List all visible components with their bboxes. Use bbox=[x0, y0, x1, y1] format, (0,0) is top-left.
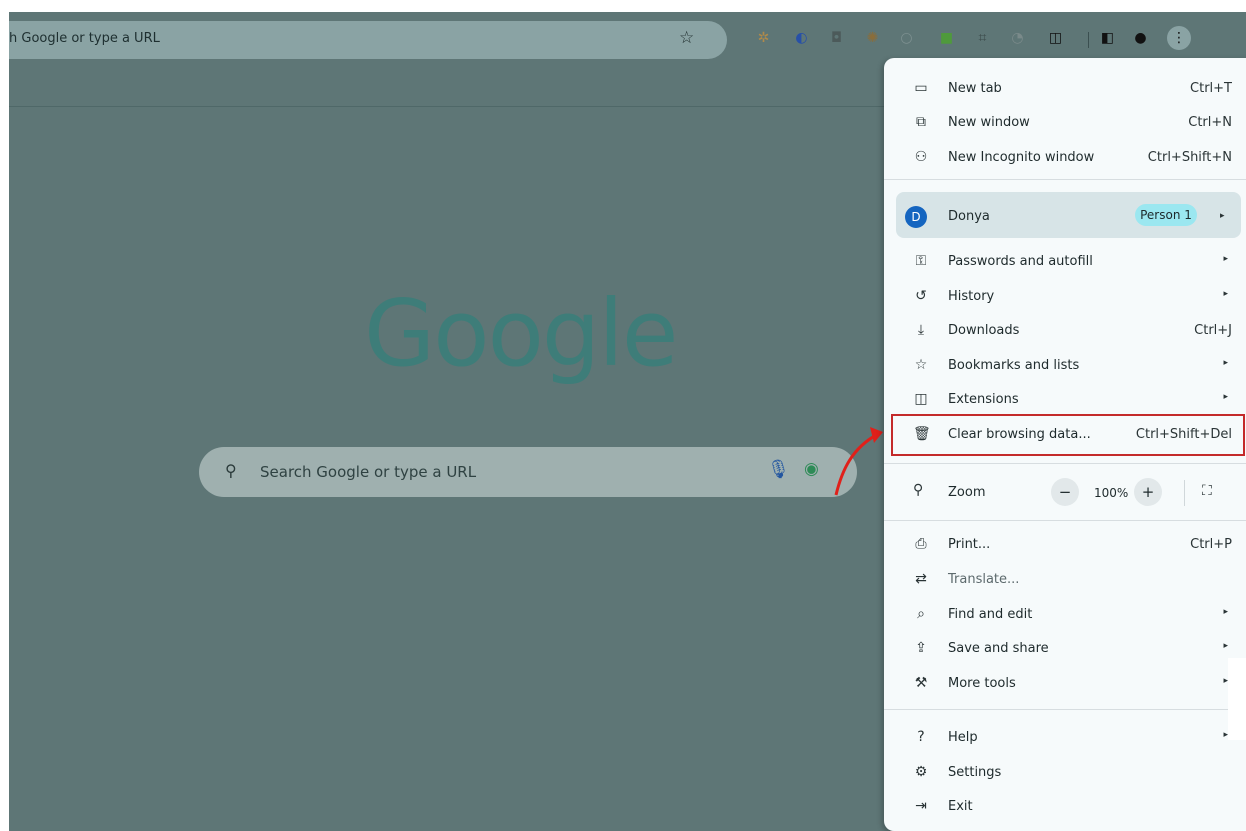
exit-icon: ⇥ bbox=[915, 798, 927, 814]
find-icon: ⌕ bbox=[917, 606, 925, 622]
menu-item-more-tools[interactable]: ⚒ More tools ▸ bbox=[894, 667, 1242, 701]
menu-item-label: Extensions bbox=[948, 392, 1019, 407]
annotation-arrow-line bbox=[834, 432, 879, 496]
page-edge-strip bbox=[1228, 658, 1246, 740]
submenu-arrow-icon: ▸ bbox=[1223, 289, 1228, 299]
profile-name: Donya bbox=[948, 209, 990, 224]
menu-item-label: Downloads bbox=[948, 323, 1020, 338]
key-icon: ⚿ bbox=[915, 253, 927, 269]
chrome-menu: ▭ New tab Ctrl+T ⧉ New window Ctrl+N ⚇ New Inco… bbox=[884, 58, 1246, 831]
menu-item-label: Find and edit bbox=[948, 607, 1033, 622]
menu-item-label: New tab bbox=[948, 81, 1002, 96]
gear-icon: ⚙ bbox=[914, 764, 928, 780]
menu-item-translate[interactable]: ⇄ Translate... bbox=[894, 563, 1242, 597]
menu-item-label: Save and share bbox=[948, 641, 1049, 656]
menu-item-label: Bookmarks and lists bbox=[948, 358, 1080, 373]
menu-item-label: Translate... bbox=[948, 572, 1020, 587]
new-window-icon: ⧉ bbox=[916, 114, 926, 130]
submenu-arrow-icon: ▸ bbox=[1223, 254, 1228, 264]
menu-item-shortcut: Ctrl+P bbox=[1190, 537, 1232, 552]
person-badge: Person 1 bbox=[1135, 204, 1197, 226]
menu-item-passwords-and-autofill[interactable]: ⚿ Passwords and autofill ▸ bbox=[894, 245, 1242, 279]
menu-item-exit[interactable]: ⇥ Exit bbox=[894, 790, 1242, 824]
zoom-separator bbox=[1184, 480, 1185, 506]
menu-item-label: History bbox=[948, 289, 995, 304]
menu-item-label: New window bbox=[948, 115, 1030, 130]
share-icon: ⇪ bbox=[915, 640, 927, 656]
menu-item-label: Help bbox=[948, 730, 978, 745]
zoom-out-button[interactable]: − bbox=[1051, 478, 1079, 506]
download-icon: ⤓ bbox=[917, 322, 925, 338]
menu-item-label: Passwords and autofill bbox=[948, 254, 1093, 269]
menu-item-bookmarks-and-lists[interactable]: ☆ Bookmarks and lists ▸ bbox=[894, 349, 1242, 383]
menu-item-label: Exit bbox=[948, 799, 973, 814]
fullscreen-icon[interactable]: ⛶ bbox=[1202, 483, 1212, 499]
menu-item-shortcut: Ctrl+N bbox=[1188, 115, 1232, 130]
annotation-arrow-head bbox=[870, 427, 883, 443]
submenu-arrow-icon: ▸ bbox=[1223, 358, 1228, 368]
submenu-arrow-icon: ▸ bbox=[1223, 641, 1228, 651]
profile-submenu-arrow-icon: ▸ bbox=[1220, 211, 1225, 221]
toolbox-icon: ⚒ bbox=[914, 675, 928, 691]
menu-item-extensions[interactable]: ◫ Extensions ▸ bbox=[894, 383, 1242, 417]
star-icon: ☆ bbox=[914, 357, 928, 373]
new-tab-icon: ▭ bbox=[914, 80, 928, 96]
zoom-label: Zoom bbox=[948, 485, 986, 500]
menu-divider bbox=[884, 463, 1246, 464]
menu-item-shortcut: Ctrl+J bbox=[1194, 323, 1232, 338]
menu-item-print[interactable]: ⎙ Print... Ctrl+P bbox=[894, 528, 1242, 562]
zoom-level: 100% bbox=[1094, 486, 1129, 500]
zoom-icon: ⚲ bbox=[913, 482, 924, 498]
menu-item-shortcut: Ctrl+Shift+N bbox=[1147, 150, 1232, 165]
printer-icon: ⎙ bbox=[915, 536, 927, 552]
menu-item-find-and-edit[interactable]: ⌕ Find and edit ▸ bbox=[894, 598, 1242, 632]
submenu-arrow-icon: ▸ bbox=[1223, 392, 1228, 402]
menu-divider bbox=[884, 179, 1246, 180]
zoom-in-button[interactable]: + bbox=[1134, 478, 1162, 506]
submenu-arrow-icon: ▸ bbox=[1223, 607, 1228, 617]
help-icon: ? bbox=[917, 729, 925, 745]
incognito-icon: ⚇ bbox=[914, 149, 928, 165]
menu-item-history[interactable]: ↺ History ▸ bbox=[894, 280, 1242, 314]
menu-item-shortcut: Ctrl+T bbox=[1190, 81, 1232, 96]
menu-item-new-window[interactable]: ⧉ New window Ctrl+N bbox=[894, 106, 1242, 140]
menu-divider bbox=[884, 709, 1246, 710]
history-icon: ↺ bbox=[915, 288, 927, 304]
menu-item-new-tab[interactable]: ▭ New tab Ctrl+T bbox=[894, 72, 1242, 106]
menu-item-new-incognito-window[interactable]: ⚇ New Incognito window Ctrl+Shift+N bbox=[894, 141, 1242, 175]
puzzle-icon: ◫ bbox=[914, 391, 928, 407]
menu-divider bbox=[884, 520, 1246, 521]
menu-item-settings[interactable]: ⚙ Settings bbox=[894, 756, 1242, 790]
clear-browsing-data-highlight bbox=[891, 414, 1245, 456]
menu-item-label: More tools bbox=[948, 676, 1016, 691]
profile-avatar: D bbox=[905, 206, 927, 228]
menu-item-label: New Incognito window bbox=[948, 150, 1095, 165]
translate-icon: ⇄ bbox=[915, 571, 927, 587]
menu-item-save-and-share[interactable]: ⇪ Save and share ▸ bbox=[894, 632, 1242, 666]
menu-item-label: Settings bbox=[948, 765, 1002, 780]
menu-item-downloads[interactable]: ⤓ Downloads Ctrl+J bbox=[894, 314, 1242, 348]
menu-item-help[interactable]: ? Help ▸ bbox=[894, 721, 1242, 755]
menu-item-label: Print... bbox=[948, 537, 991, 552]
